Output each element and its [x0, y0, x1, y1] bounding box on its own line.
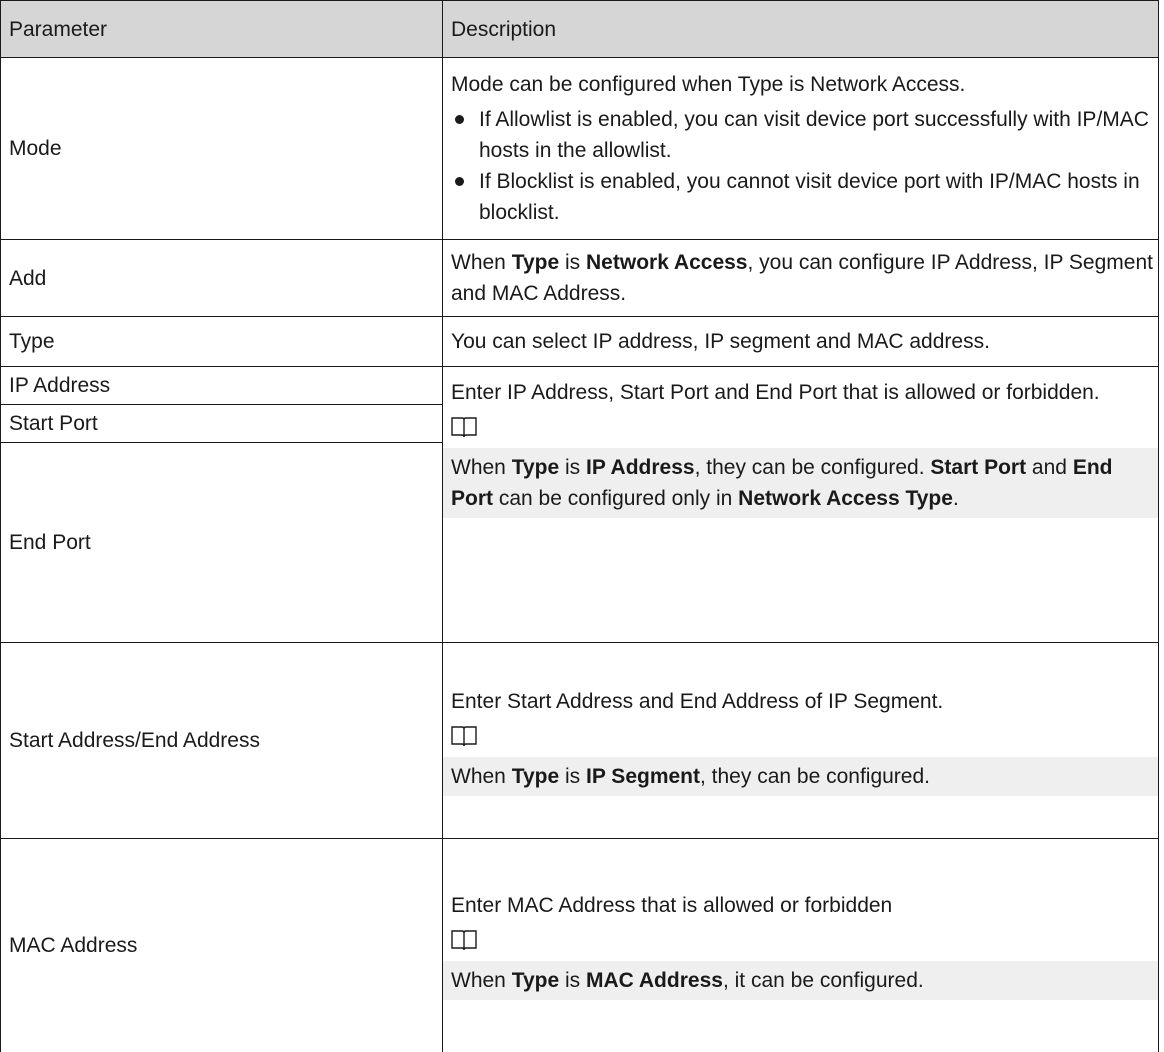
note-text: When: [451, 764, 512, 788]
note-bold-mac-address: MAC Address: [586, 969, 723, 993]
note-text: can be configured only in: [493, 487, 739, 510]
param-start-end-address: Start Address/End Address: [0, 642, 443, 839]
note-text: .: [952, 487, 959, 510]
note-bold-start-port: Start Port: [930, 456, 1027, 479]
note-text: , they can be configured.: [694, 456, 931, 479]
mode-intro: Mode can be configured when Type is Netw…: [451, 73, 966, 96]
segment-note: When Type is IP Segment, they can be con…: [443, 756, 1159, 796]
mode-bullet-blocklist: If Blocklist is enabled, you cannot visi…: [451, 166, 1158, 228]
add-text-2: is: [559, 251, 587, 274]
mac-note: When Type is MAC Address, it can be conf…: [443, 961, 1159, 1001]
desc-mac: Enter MAC Address that is allowed or for…: [442, 838, 1159, 1052]
mode-bullet-allowlist: If Allowlist is enabled, you can visit d…: [451, 104, 1158, 166]
note-bold-type: Type: [511, 764, 560, 788]
note-text: is: [559, 969, 587, 993]
desc-mode: Mode can be configured when Type is Netw…: [442, 57, 1159, 240]
ip-group-note: When Type is IP Address, they can be con…: [443, 448, 1159, 518]
mode-bullet-list: If Allowlist is enabled, you can visit d…: [451, 104, 1158, 228]
note-text: When: [451, 969, 512, 993]
book-icon: [451, 417, 477, 438]
param-mode: Mode: [0, 57, 443, 240]
segment-desc: Enter Start Address and End Address of I…: [451, 689, 944, 713]
desc-ip-group: Enter IP Address, Start Port and End Por…: [442, 366, 1159, 643]
mac-desc: Enter MAC Address that is allowed or for…: [451, 894, 893, 918]
table-row-segment: Start Address/End Address Enter Start Ad…: [0, 642, 1159, 839]
table-row-add: Add When Type is Network Access, you can…: [0, 239, 1159, 317]
book-icon: [451, 725, 477, 746]
note-text: , it can be configured.: [722, 969, 924, 993]
param-add: Add: [0, 239, 443, 317]
ip-group-desc: Enter IP Address, Start Port and End Por…: [451, 381, 1100, 404]
note-bold-type: Type: [511, 969, 560, 993]
note-text: , they can be configured.: [700, 764, 930, 788]
note-text: is: [559, 764, 587, 788]
note-bold-ip-segment: IP Segment: [586, 764, 700, 788]
table-header-row: Parameter Description: [0, 0, 1159, 58]
desc-type: You can select IP address, IP segment an…: [442, 316, 1159, 367]
desc-add: When Type is Network Access, you can con…: [442, 239, 1159, 317]
param-mac-address: MAC Address: [0, 838, 443, 1052]
header-parameter: Parameter: [0, 0, 443, 58]
note-bold-type: Type: [511, 456, 560, 479]
add-bold-type: Type: [511, 251, 560, 274]
add-text-1: When: [451, 251, 512, 274]
table-row-mode: Mode Mode can be configured when Type is…: [0, 57, 1159, 240]
param-ip-address: IP Address: [0, 366, 443, 405]
add-bold-value: Network Access: [586, 251, 748, 274]
note-bold-network-access-type: Network Access Type: [738, 487, 953, 510]
note-text: When: [451, 456, 512, 479]
note-text: is: [559, 456, 587, 479]
param-start-port: Start Port: [0, 404, 443, 443]
table-row-type: Type You can select IP address, IP segme…: [0, 316, 1159, 367]
parameter-table: Parameter Description Mode Mode can be c…: [0, 0, 1159, 1052]
desc-segment: Enter Start Address and End Address of I…: [442, 642, 1159, 839]
header-description: Description: [442, 0, 1159, 58]
param-type: Type: [0, 316, 443, 367]
table-row-ip-address: IP Address Enter IP Address, Start Port …: [0, 366, 1159, 643]
book-icon: [451, 930, 477, 951]
param-end-port: End Port: [0, 442, 443, 643]
table-row-mac: MAC Address Enter MAC Address that is al…: [0, 838, 1159, 1052]
note-text: and: [1026, 456, 1073, 479]
note-bold-ip-address: IP Address: [586, 456, 695, 479]
